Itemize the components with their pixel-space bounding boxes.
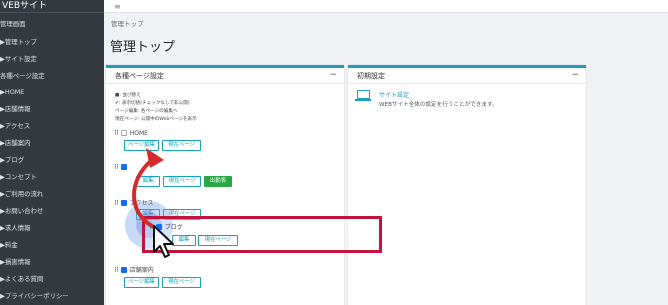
- mouse-cursor-icon: [153, 225, 174, 258]
- drag-arrow-icon: [132, 148, 164, 228]
